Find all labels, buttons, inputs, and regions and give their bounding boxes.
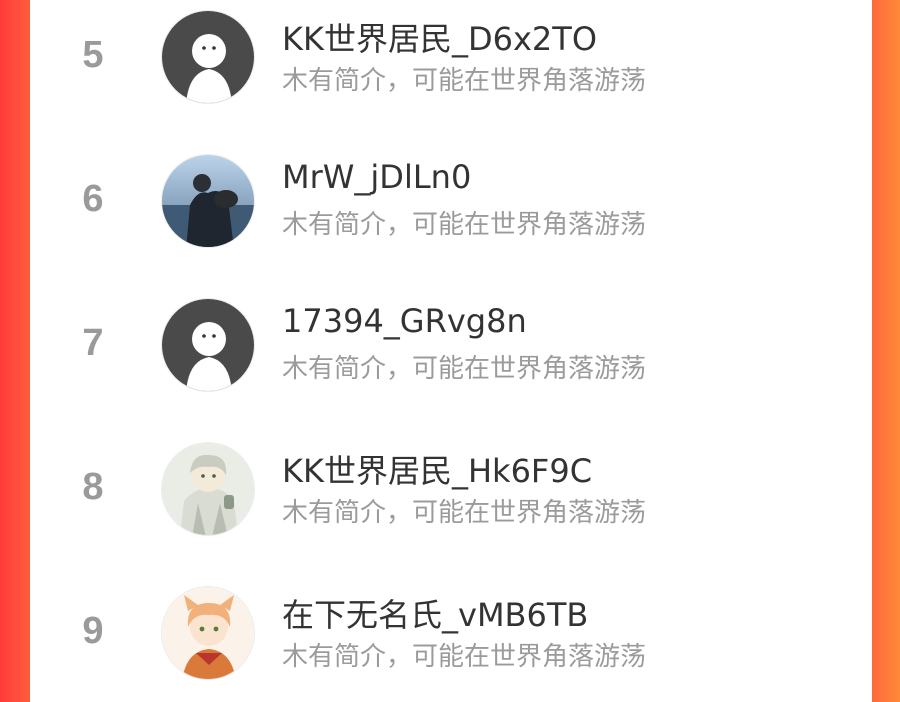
user-name: 在下无名氏_vMB6TB	[282, 596, 589, 634]
list-item[interactable]: 6 MrW_jDlLn0 木有简介，可能在世界角落游荡	[30, 144, 872, 288]
anime-avatar[interactable]	[161, 442, 255, 536]
user-name: KK世界居民_D6x2TO	[282, 20, 598, 58]
rank-number: 8	[82, 466, 104, 508]
photo-avatar[interactable]	[161, 154, 255, 248]
anime-avatar[interactable]	[161, 586, 255, 680]
user-bio: 木有简介，可能在世界角落游荡	[282, 498, 647, 528]
user-name: KK世界居民_Hk6F9C	[282, 452, 593, 490]
list-item[interactable]: 5 KK世界居民_D6x2TO 木有简介，可能在世界角落游荡	[30, 0, 872, 144]
user-bio: 木有简介，可能在世界角落游荡	[282, 354, 647, 384]
rank-number: 5	[82, 34, 104, 76]
user-bio: 木有简介，可能在世界角落游荡	[282, 210, 647, 240]
default-avatar-icon[interactable]	[161, 298, 255, 392]
rank-number: 7	[82, 322, 104, 364]
user-name: 17394_GRvg8n	[282, 302, 527, 340]
default-avatar-icon[interactable]	[161, 10, 255, 104]
user-name: MrW_jDlLn0	[282, 158, 472, 196]
ranking-panel: 5 KK世界居民_D6x2TO 木有简介，可能在世界角落游荡 6 MrW_jDl…	[30, 0, 872, 702]
list-item[interactable]: 8 KK世界居民_Hk6F9C 木有简介，可能在世界角落游荡	[30, 432, 872, 576]
user-bio: 木有简介，可能在世界角落游荡	[282, 642, 647, 672]
user-bio: 木有简介，可能在世界角落游荡	[282, 66, 647, 96]
list-item[interactable]: 9 在下无名氏_vMB6TB 木有简介，可能在世界角落游荡	[30, 576, 872, 702]
list-item[interactable]: 7 17394_GRvg8n 木有简介，可能在世界角落游荡	[30, 288, 872, 432]
rank-number: 6	[82, 178, 104, 220]
rank-number: 9	[82, 610, 104, 652]
